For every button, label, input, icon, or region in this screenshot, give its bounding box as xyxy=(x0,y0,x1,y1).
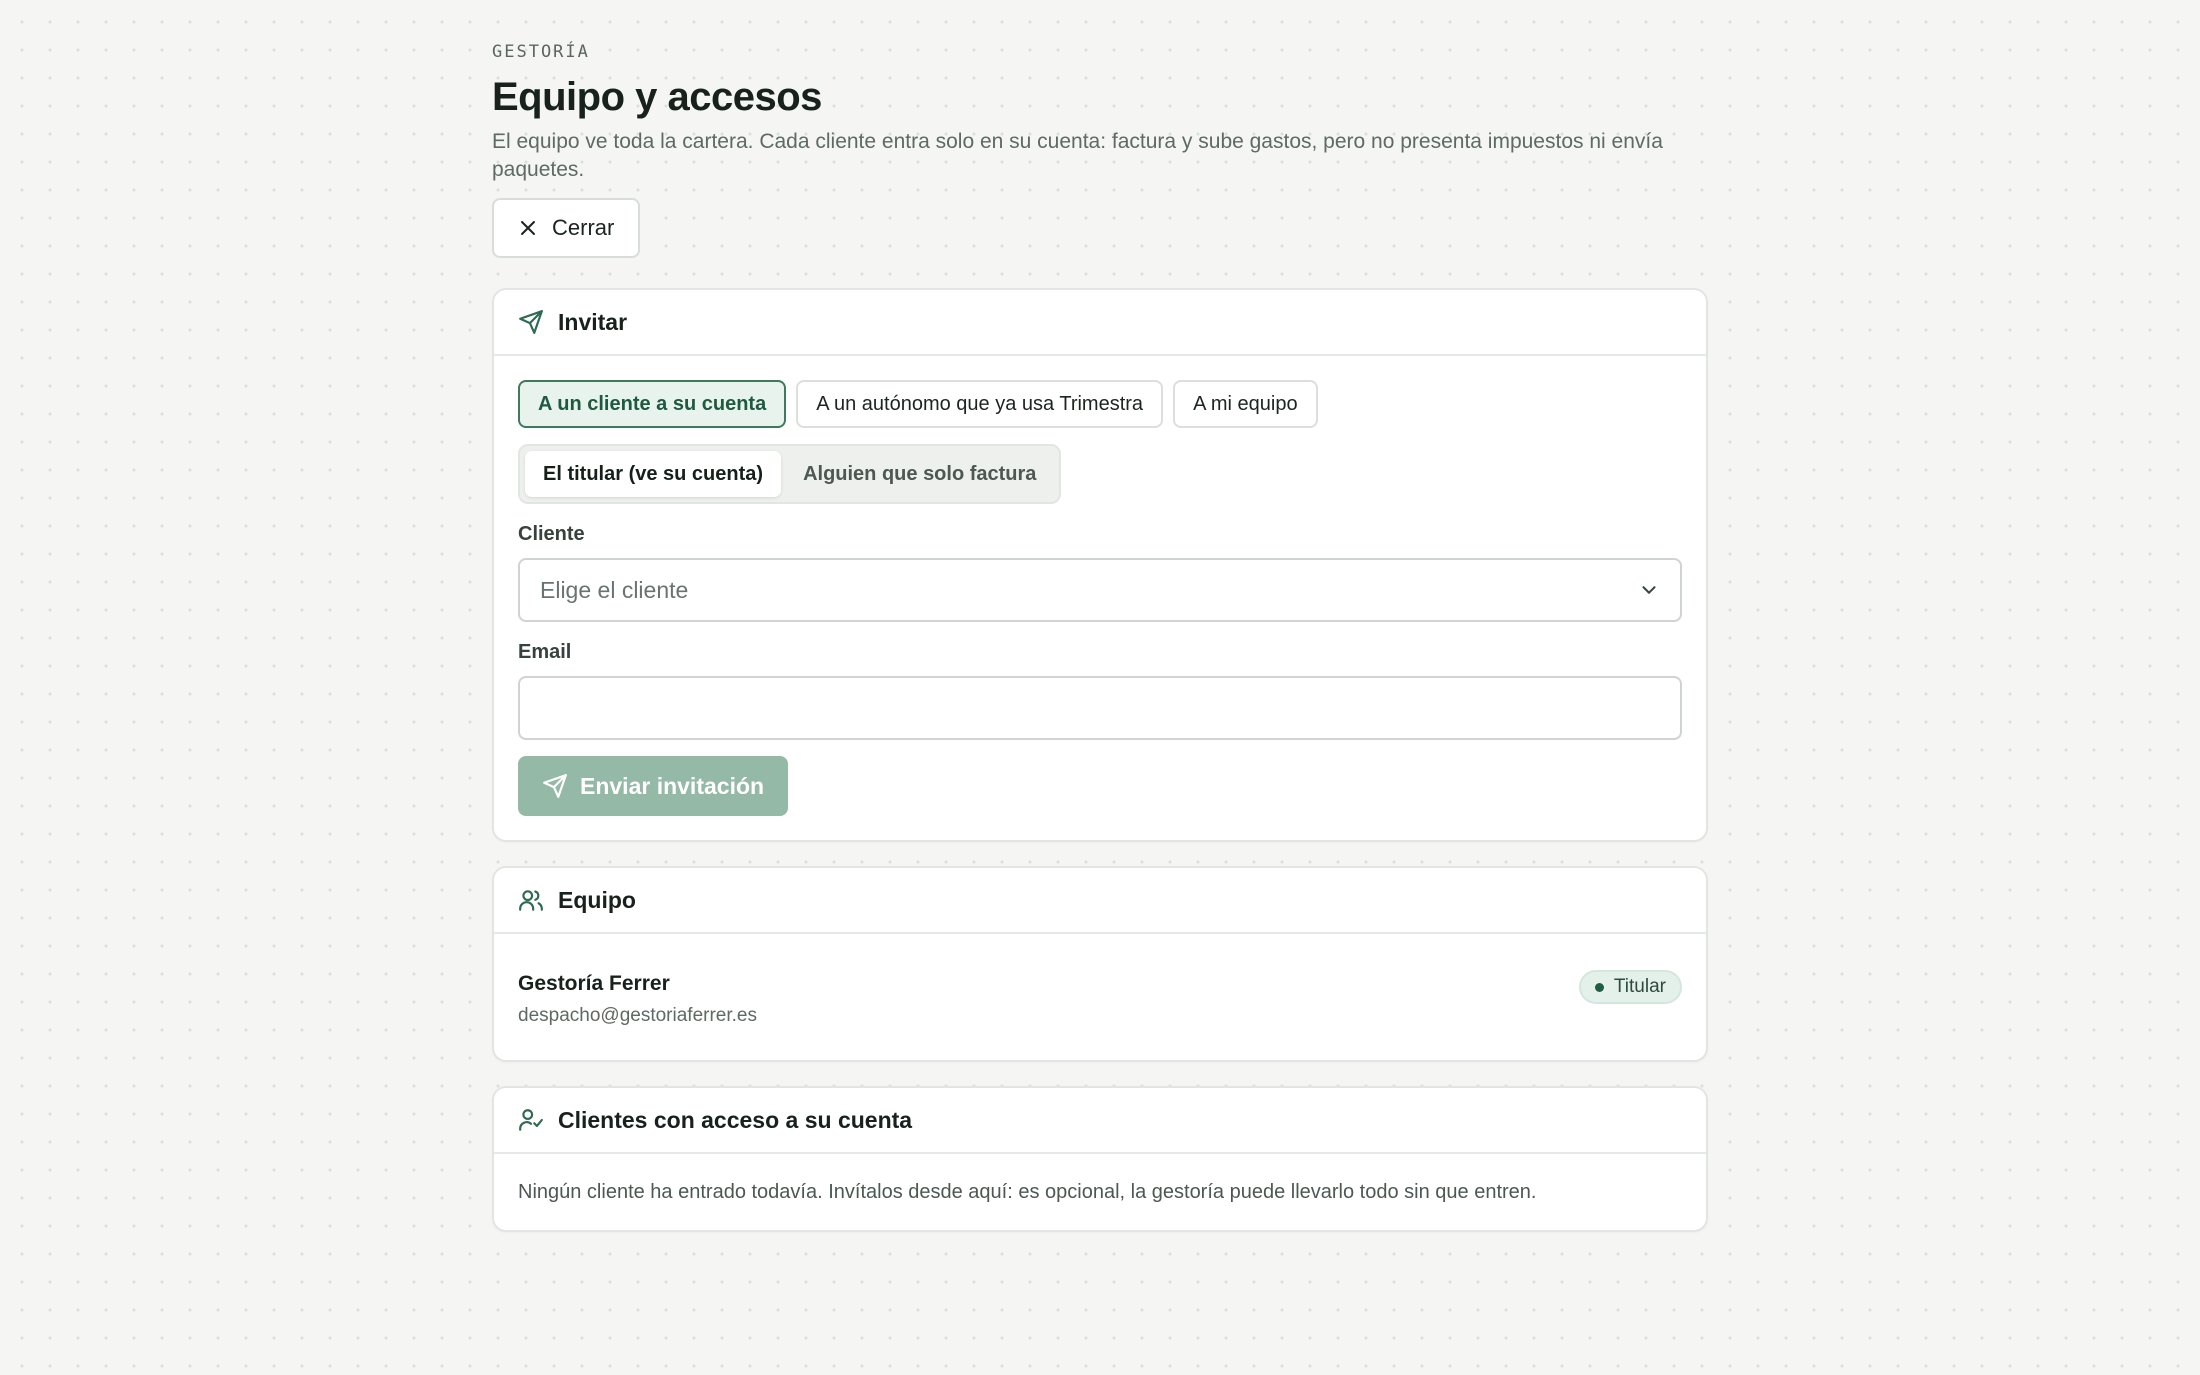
target-option-my-team[interactable]: A mi equipo xyxy=(1173,380,1318,428)
invite-card: Invitar A un cliente a su cuenta A un au… xyxy=(492,288,1708,842)
team-card-title: Equipo xyxy=(558,886,636,913)
send-invitation-button[interactable]: Enviar invitación xyxy=(518,756,789,816)
invite-card-header: Invitar xyxy=(494,290,1706,356)
client-field-label: Cliente xyxy=(518,523,585,545)
team-card: Equipo Gestoría Ferrer despacho@gestoria… xyxy=(492,866,1708,1062)
invite-form: A un cliente a su cuenta A un autónomo q… xyxy=(494,356,1706,840)
client-select[interactable]: Elige el cliente xyxy=(518,558,1682,622)
target-option-existing-freelancer[interactable]: A un autónomo que ya usa Trimestra xyxy=(796,380,1164,428)
page-title: Equipo y accesos xyxy=(492,75,822,119)
team-access-page: GESTORÍA Equipo y accesos El equipo ve t… xyxy=(492,40,1708,1232)
user-check-icon xyxy=(519,1109,543,1131)
email-field[interactable] xyxy=(518,676,1682,740)
member-name: Gestoría Ferrer xyxy=(518,972,670,995)
clients-card-header: Clientes con acceso a su cuenta xyxy=(494,1088,1706,1154)
status-badge: Titular xyxy=(1578,970,1682,1004)
invite-target-selector: A un cliente a su cuenta A un autónomo q… xyxy=(518,380,1682,428)
send-icon xyxy=(543,774,567,798)
list-item: Gestoría Ferrer despacho@gestoriaferrer.… xyxy=(494,934,1706,1060)
close-button[interactable]: Cerrar xyxy=(492,198,641,258)
invite-card-title: Invitar xyxy=(558,308,628,335)
role-option-invoice-only[interactable]: Alguien que solo factura xyxy=(785,451,1054,497)
send-invitation-label: Enviar invitación xyxy=(580,772,765,799)
chevron-down-icon xyxy=(1642,586,1656,594)
close-button-label: Cerrar xyxy=(552,215,615,240)
email-field-label: Email xyxy=(518,641,572,663)
target-option-client-account[interactable]: A un cliente a su cuenta xyxy=(518,380,787,428)
role-selector: El titular (ve su cuenta) Alguien que so… xyxy=(518,444,1062,504)
send-icon xyxy=(519,310,543,334)
role-option-owner[interactable]: El titular (ve su cuenta) xyxy=(525,451,782,497)
page-subtitle: El equipo ve toda la cartera. Cada clien… xyxy=(492,130,1663,181)
page-eyebrow: GESTORÍA xyxy=(492,42,590,62)
member-email: despacho@gestoriaferrer.es xyxy=(518,1005,757,1026)
member-info: Gestoría Ferrer despacho@gestoriaferrer.… xyxy=(518,970,757,1028)
badge-dot-icon xyxy=(1594,982,1604,992)
clients-access-card: Clientes con acceso a su cuenta Ningún c… xyxy=(492,1086,1708,1232)
users-icon xyxy=(519,890,543,911)
client-select-placeholder: Elige el cliente xyxy=(540,576,689,603)
badge-label: Titular xyxy=(1613,976,1666,997)
clients-card-title: Clientes con acceso a su cuenta xyxy=(558,1106,913,1133)
close-icon xyxy=(521,221,535,235)
team-card-header: Equipo xyxy=(494,868,1706,934)
clients-empty-message: Ningún cliente ha entrado todavía. Invít… xyxy=(518,1181,1537,1203)
